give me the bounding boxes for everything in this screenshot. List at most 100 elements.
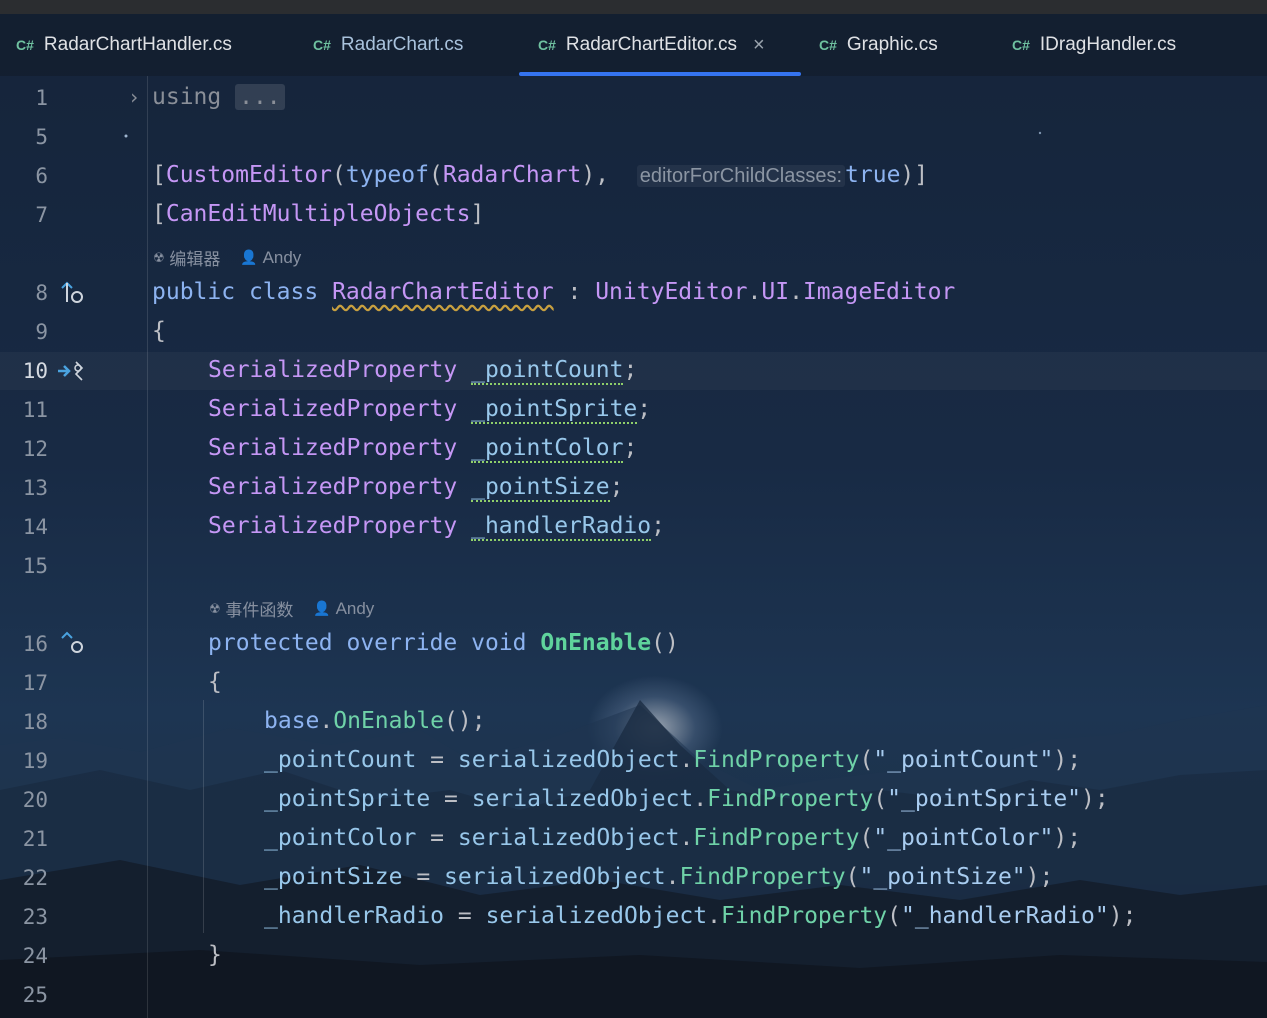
line-number[interactable]: 10 bbox=[0, 359, 48, 383]
line-number[interactable]: 25 bbox=[0, 983, 48, 1007]
protected-keyword: protected bbox=[208, 630, 333, 656]
line-number[interactable]: 21 bbox=[0, 827, 48, 851]
csharp-file-icon: C# bbox=[538, 37, 556, 53]
line-number[interactable]: 1 bbox=[0, 86, 48, 110]
method-name: OnEnable bbox=[540, 630, 652, 656]
field-type: SerializedProperty bbox=[208, 435, 458, 461]
line-number[interactable]: 20 bbox=[0, 788, 48, 812]
parens: () bbox=[651, 630, 679, 656]
code-line-20[interactable]: _pointSprite = serializedObject.FindProp… bbox=[264, 786, 1109, 812]
code-line-1[interactable]: using ... bbox=[152, 84, 285, 110]
class-name[interactable]: RadarChartEditor bbox=[332, 279, 554, 305]
code-line-13[interactable]: SerializedProperty _pointSize; bbox=[208, 474, 623, 502]
tab-radarcharthandler[interactable]: C# RadarChartHandler.cs bbox=[16, 14, 232, 76]
line-number[interactable]: 11 bbox=[0, 398, 48, 422]
indent-guide bbox=[203, 700, 204, 933]
tab-radarcharteditor[interactable]: C# RadarChartEditor.cs × bbox=[538, 14, 765, 76]
tab-label: RadarChartHandler.cs bbox=[43, 34, 232, 55]
active-tab-indicator bbox=[519, 72, 801, 76]
implemented-icon[interactable] bbox=[58, 280, 86, 306]
usages-icon: ☢ bbox=[153, 249, 165, 265]
serialized-object: serializedObject bbox=[485, 903, 708, 929]
folded-imports[interactable]: ... bbox=[235, 84, 285, 110]
method-call: OnEnable bbox=[333, 708, 445, 734]
override-icon[interactable] bbox=[58, 630, 86, 656]
type-name: RadarChart bbox=[442, 162, 582, 188]
code-vision-class[interactable]: ☢ 编辑器 👤 Andy bbox=[153, 245, 301, 270]
field-name: _pointSprite bbox=[471, 396, 638, 424]
using-keyword: using bbox=[152, 84, 222, 110]
chevron-right-icon[interactable]: › bbox=[128, 85, 140, 109]
field-name: _pointColor bbox=[471, 435, 624, 463]
code-line-11[interactable]: SerializedProperty _pointSprite; bbox=[208, 396, 651, 424]
close-icon[interactable]: × bbox=[753, 34, 765, 57]
editor-tab-bar: C# RadarChartHandler.cs C# RadarChart.cs… bbox=[0, 14, 1267, 76]
line-number[interactable]: 15 bbox=[0, 554, 48, 578]
field-type: SerializedProperty bbox=[208, 357, 458, 383]
line-number[interactable]: 17 bbox=[0, 671, 48, 695]
usage-label[interactable]: 编辑器 bbox=[169, 245, 220, 270]
line-number[interactable]: 19 bbox=[0, 749, 48, 773]
tab-graphic[interactable]: C# Graphic.cs bbox=[819, 14, 938, 76]
code-line-18[interactable]: base.OnEnable(); bbox=[264, 708, 486, 734]
string-literal: "_pointCount" bbox=[873, 747, 1054, 773]
code-line-21[interactable]: _pointColor = serializedObject.FindPrope… bbox=[264, 825, 1081, 851]
code-line-7[interactable]: [CanEditMultipleObjects] bbox=[152, 201, 484, 227]
line-number[interactable]: 23 bbox=[0, 905, 48, 929]
namespace-name: UnityEditor bbox=[595, 279, 748, 305]
usage-label[interactable]: 事件函数 bbox=[225, 596, 293, 621]
field-name: _pointCount bbox=[264, 747, 417, 773]
serialized-object: serializedObject bbox=[444, 864, 666, 890]
line-number[interactable]: 22 bbox=[0, 866, 48, 890]
tab-radarchart[interactable]: C# RadarChart.cs bbox=[313, 14, 463, 76]
code-line-24[interactable]: } bbox=[208, 942, 222, 968]
line-number[interactable]: 18 bbox=[0, 710, 48, 734]
line-number[interactable]: 14 bbox=[0, 515, 48, 539]
code-vision-method[interactable]: ☢ 事件函数 👤 Andy bbox=[209, 596, 374, 621]
line-number[interactable]: 24 bbox=[0, 944, 48, 968]
field-type: SerializedProperty bbox=[208, 396, 458, 422]
string-literal: "_pointSize" bbox=[859, 864, 1026, 890]
code-line-16[interactable]: protected override void OnEnable() bbox=[208, 630, 679, 656]
bookmark-arrow-icon[interactable] bbox=[56, 358, 88, 384]
void-keyword: void bbox=[471, 630, 527, 656]
line-number[interactable]: 6 bbox=[0, 164, 48, 188]
code-line-6[interactable]: [CustomEditor(typeof(RadarChart), editor… bbox=[152, 162, 928, 188]
usages-icon: ☢ bbox=[209, 600, 221, 616]
field-name: _handlerRadio bbox=[264, 903, 445, 929]
base-keyword: base bbox=[264, 708, 320, 734]
field-name: _pointSize bbox=[264, 864, 403, 890]
line-number[interactable]: 5 bbox=[0, 125, 48, 149]
method-call: FindProperty bbox=[679, 864, 846, 890]
line-number[interactable]: 8 bbox=[0, 281, 48, 305]
code-line-19[interactable]: _pointCount = serializedObject.FindPrope… bbox=[264, 747, 1081, 773]
line-number[interactable]: 12 bbox=[0, 437, 48, 461]
author-icon: 👤 bbox=[240, 249, 258, 265]
line-number[interactable]: 7 bbox=[0, 203, 48, 227]
field-name: _handlerRadio bbox=[471, 513, 652, 541]
line-number[interactable]: 16 bbox=[0, 632, 48, 656]
string-literal: "_pointSprite" bbox=[887, 786, 1082, 812]
field-type: SerializedProperty bbox=[208, 474, 458, 500]
author-label[interactable]: Andy bbox=[263, 248, 302, 268]
code-line-14[interactable]: SerializedProperty _handlerRadio; bbox=[208, 513, 665, 541]
line-number[interactable]: 13 bbox=[0, 476, 48, 500]
code-line-17[interactable]: { bbox=[208, 669, 222, 695]
code-line-9[interactable]: { bbox=[152, 318, 166, 344]
code-line-23[interactable]: _handlerRadio = serializedObject.FindPro… bbox=[264, 903, 1136, 929]
code-line-10[interactable]: SerializedProperty _pointCount; bbox=[208, 357, 637, 385]
code-line-22[interactable]: _pointSize = serializedObject.FindProper… bbox=[264, 864, 1053, 890]
csharp-file-icon: C# bbox=[1012, 37, 1030, 53]
gutter-divider bbox=[147, 76, 148, 1018]
author-label[interactable]: Andy bbox=[336, 599, 375, 619]
parameter-hint: editorForChildClasses: bbox=[636, 165, 846, 187]
open-brace: { bbox=[208, 669, 222, 695]
line-number[interactable]: 9 bbox=[0, 320, 48, 344]
namespace-name: UI bbox=[761, 279, 790, 305]
code-line-12[interactable]: SerializedProperty _pointColor; bbox=[208, 435, 637, 463]
public-keyword: public bbox=[152, 279, 236, 305]
close-brace: } bbox=[208, 942, 222, 968]
code-line-8[interactable]: public class RadarChartEditor : UnityEdi… bbox=[152, 279, 955, 305]
base-class-name: ImageEditor bbox=[802, 279, 956, 305]
tab-idraghandler[interactable]: C# IDragHandler.cs bbox=[1012, 14, 1176, 76]
